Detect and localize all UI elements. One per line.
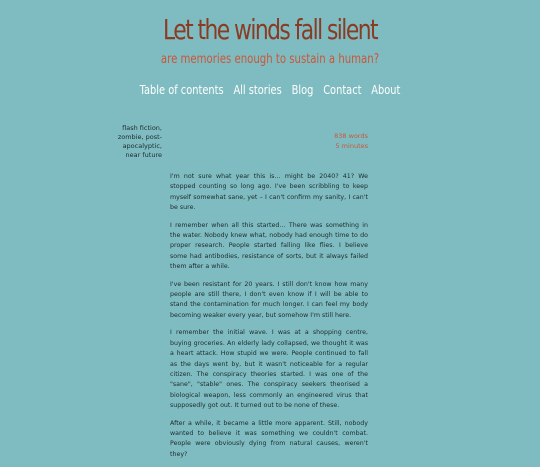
story-paragraph: After a while, it became a little more a… [170, 419, 368, 458]
story-tag-line: near future [125, 151, 162, 159]
story-paragraph: I remember the initial wave. I was at a … [170, 329, 368, 410]
main-nav: Table of contents All stories Blog Conta… [0, 80, 540, 100]
reading-time: 5 minutes [335, 141, 368, 150]
nav-link-about[interactable]: About [371, 80, 400, 100]
story-paragraph: I've been resistant for 20 years. I stil… [170, 280, 368, 319]
story-meta: 838 words 5 minutes [300, 132, 368, 151]
nav-link-blog[interactable]: Blog [292, 80, 314, 100]
story-tags: flash fiction, zombie, post- apocalyptic… [102, 124, 162, 160]
nav-link-table-of-contents[interactable]: Table of contents [140, 80, 224, 100]
word-count: 838 words [334, 132, 368, 140]
nav-link-all-stories[interactable]: All stories [233, 80, 281, 100]
story-tag-line: flash fiction, [122, 124, 162, 132]
story-tag-line: apocalyptic, [122, 142, 162, 150]
story-paragraph: I'm not sure what year this is… might be… [170, 173, 368, 212]
nav-link-contact[interactable]: Contact [323, 80, 361, 100]
story-paragraph: I remember when all this started… There … [170, 221, 368, 271]
story-body: I'm not sure what year this is… might be… [170, 172, 368, 467]
site-tagline: are memories enough to sustain a human? [160, 52, 380, 67]
story-tag-line: zombie, post- [117, 133, 162, 141]
site-title[interactable]: Let the winds fall silent [59, 10, 480, 50]
